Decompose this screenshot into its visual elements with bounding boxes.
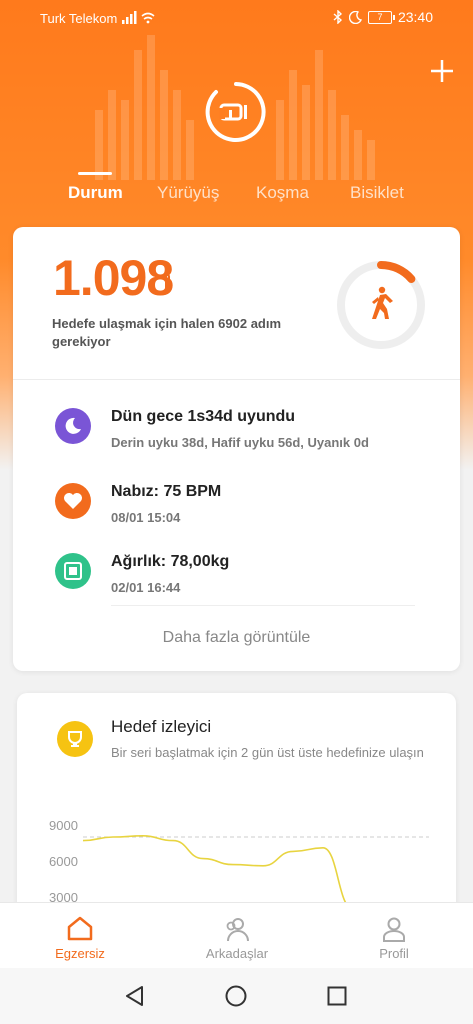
sleep-row[interactable]: z Dün gece 1s34d uyundu Derin uyku 38d, …: [13, 408, 460, 468]
recents-icon[interactable]: [327, 986, 347, 1006]
nav-profile[interactable]: Profil: [334, 903, 454, 969]
goal-tracker-subtitle: Bir seri başlatmak için 2 gün üst üste h…: [111, 745, 424, 760]
home-circle-icon[interactable]: [225, 985, 247, 1007]
steps-count: 1.098: [53, 250, 174, 306]
heart-rate-time: 08/01 15:04: [111, 510, 181, 525]
weight-row[interactable]: Ağırlık: 78,00kg 02/01 16:44: [13, 553, 460, 613]
nav-exercise-label: Egzersiz: [55, 946, 105, 961]
goal-tracker-title: Hedef izleyici: [111, 717, 212, 736]
steps-subtitle: Hedefe ulaşmak için halen 6902 adım gere…: [52, 316, 282, 349]
tab-indicator: [78, 172, 112, 175]
status-bar: Turk Telekom 7 23:40: [0, 0, 473, 36]
footprint-icon: [165, 274, 170, 292]
weight-time: 02/01 16:44: [111, 580, 181, 595]
scale-icon: [55, 553, 91, 589]
mi-logo: [205, 82, 266, 142]
bluetooth-icon: [333, 10, 342, 24]
status-right: 7 23:40: [333, 9, 433, 25]
back-icon[interactable]: [124, 985, 146, 1007]
trophy-icon: [57, 721, 93, 757]
goal-tracker-card[interactable]: Hedef izleyici Bir seri başlatmak için 2…: [17, 693, 456, 933]
moon-status-icon: [348, 10, 362, 24]
nav-profile-label: Profil: [379, 946, 409, 961]
y-tick-label: 6000: [49, 854, 78, 869]
friends-icon: [226, 918, 249, 942]
tab-durum[interactable]: Durum: [68, 183, 123, 203]
show-more-button[interactable]: Daha fazla görüntüle: [13, 629, 460, 647]
heart-rate-row[interactable]: Nabız: 75 BPM 08/01 15:04: [13, 483, 460, 543]
sleep-detail: Derin uyku 38d, Hafif uyku 56d, Uyanık 0…: [111, 435, 369, 450]
heart-icon: [55, 483, 91, 519]
nav-friends[interactable]: Arkadaşlar: [177, 903, 297, 969]
tab-kosma[interactable]: Koşma: [256, 183, 309, 203]
walking-icon: [372, 286, 393, 319]
nav-exercise[interactable]: Egzersiz: [20, 903, 140, 969]
nav-friends-label: Arkadaşlar: [205, 946, 269, 961]
card-divider: [13, 379, 460, 380]
home-icon: [67, 916, 93, 941]
system-nav-bar: [0, 968, 473, 1024]
bottom-nav: Egzersiz Arkadaşlar Profil: [0, 902, 473, 968]
carrier-name: Turk Telekom: [40, 11, 118, 26]
sleep-title: Dün gece 1s34d uyundu: [111, 408, 296, 425]
svg-text:z: z: [76, 421, 79, 427]
more-divider: [111, 605, 415, 606]
weight-title: Ağırlık: 78,00kg: [111, 553, 230, 570]
signal-wifi-icon: [122, 11, 155, 24]
battery-level: 7: [377, 11, 383, 22]
activity-tabs: Durum Yürüyüş Koşma Bisiklet: [0, 172, 473, 220]
steps-progress-ring: [337, 261, 425, 349]
steps-card[interactable]: 1.098 Hedefe ulaşmak için halen 6902 adı…: [13, 227, 460, 671]
tab-bisiklet[interactable]: Bisiklet: [350, 183, 404, 203]
steps-series-line: [82, 834, 354, 910]
y-tick-label: 9000: [49, 818, 78, 833]
heart-rate-title: Nabız: 75 BPM: [111, 483, 222, 500]
add-icon[interactable]: [427, 56, 457, 86]
clock: 23:40: [397, 9, 433, 25]
battery-icon: 7: [367, 10, 395, 24]
tab-yuruyus[interactable]: Yürüyüş: [157, 183, 219, 203]
profile-icon: [383, 917, 405, 942]
moon-icon: z: [55, 408, 91, 444]
